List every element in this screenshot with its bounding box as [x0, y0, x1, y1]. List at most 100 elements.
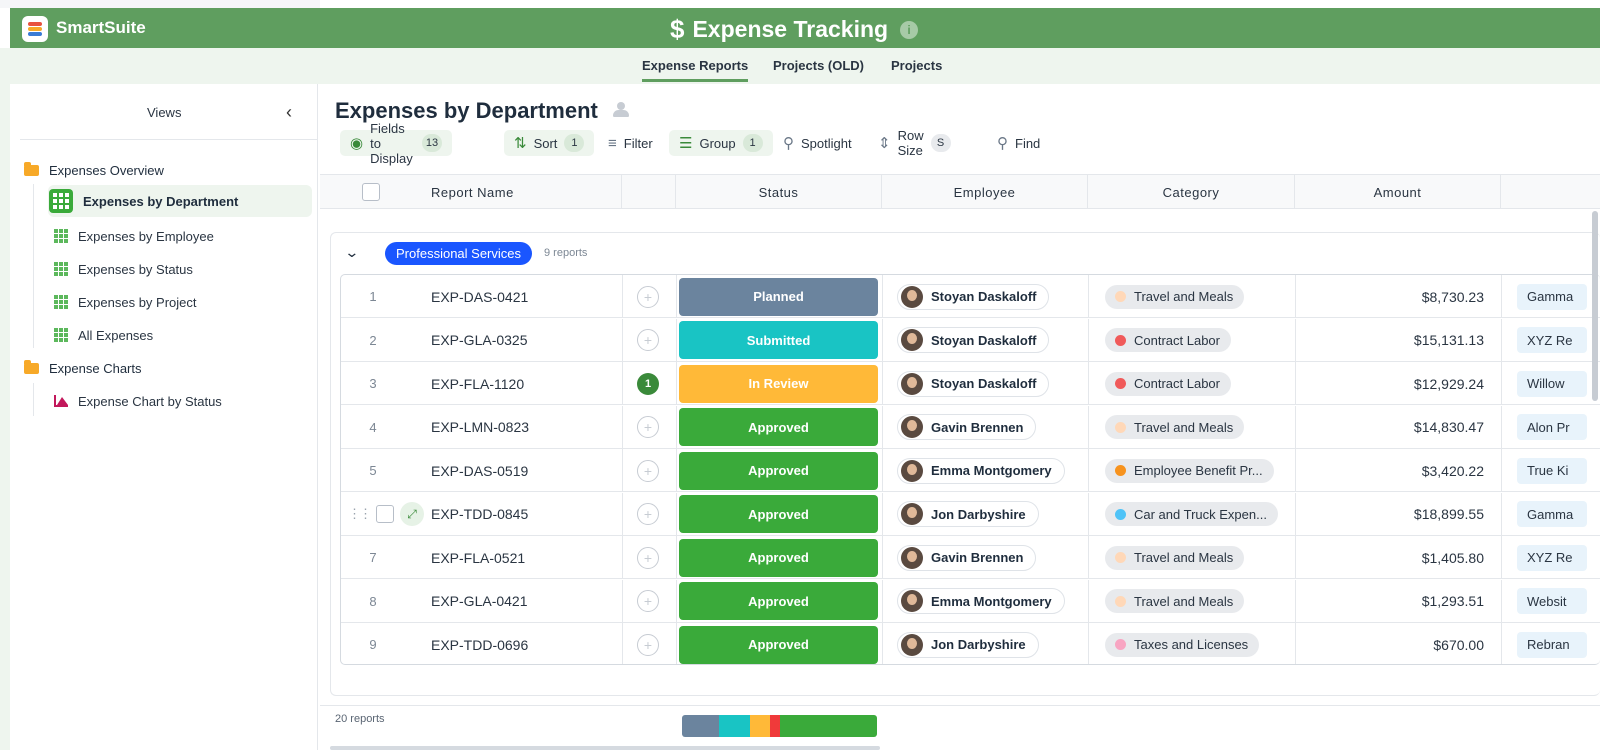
status-cell[interactable]: Approved: [679, 580, 878, 623]
column-report-name[interactable]: Report Name: [431, 175, 514, 209]
table-row[interactable]: 5 EXP-DAS-0519 + Approved Emma Montgomery Emp…: [341, 449, 1600, 492]
status-cell[interactable]: Approved: [679, 493, 878, 536]
add-comment-icon[interactable]: +: [637, 329, 659, 351]
row-size-button[interactable]: ⇕ Row Size S: [868, 128, 961, 158]
group-button[interactable]: ☰ Group 1: [669, 130, 773, 156]
report-name-cell[interactable]: EXP-FLA-0521: [431, 536, 525, 579]
horizontal-scrollbar[interactable]: [330, 746, 880, 750]
drag-handle-icon[interactable]: ⋮⋮: [348, 506, 372, 522]
add-comment-icon[interactable]: +: [637, 416, 659, 438]
tab-projects-old[interactable]: Projects (OLD): [773, 58, 864, 73]
employee-cell[interactable]: Stoyan Daskaloff: [897, 362, 1050, 405]
category-cell[interactable]: Travel and Meals: [1105, 580, 1245, 623]
table-row[interactable]: 4 EXP-LMN-0823 + Approved Gavin Brennen Trave…: [341, 405, 1600, 449]
project-cell[interactable]: Websit: [1517, 580, 1587, 623]
report-name-cell[interactable]: EXP-GLA-0325: [431, 319, 528, 362]
tab-projects[interactable]: Projects: [891, 58, 942, 73]
status-summary-segment[interactable]: [750, 715, 770, 737]
status-summary-segment[interactable]: [682, 715, 720, 737]
comments-cell[interactable]: +: [637, 449, 659, 492]
info-icon[interactable]: i: [900, 20, 919, 39]
add-comment-icon[interactable]: +: [637, 546, 659, 569]
category-cell[interactable]: Contract Labor: [1105, 319, 1231, 362]
status-cell[interactable]: In Review: [679, 362, 878, 405]
view-all-expenses[interactable]: All Expenses: [48, 319, 312, 351]
status-cell[interactable]: Approved: [679, 449, 878, 492]
people-icon[interactable]: [612, 102, 630, 117]
status-cell[interactable]: Approved: [679, 536, 878, 579]
project-cell[interactable]: Gamma: [1517, 493, 1587, 536]
comments-cell[interactable]: +: [637, 623, 659, 664]
status-summary-segment[interactable]: [769, 715, 780, 737]
employee-cell[interactable]: Gavin Brennen: [897, 536, 1037, 579]
comments-cell[interactable]: +: [637, 319, 659, 362]
project-cell[interactable]: XYZ Re: [1517, 536, 1587, 579]
view-expenses-by-employee[interactable]: Expenses by Employee: [48, 220, 312, 252]
report-name-cell[interactable]: EXP-FLA-1120: [431, 362, 524, 405]
amount-cell[interactable]: $1,293.51: [1294, 580, 1484, 623]
status-cell[interactable]: Planned: [679, 275, 878, 318]
report-name-cell[interactable]: EXP-DAS-0421: [431, 275, 528, 318]
amount-cell[interactable]: $670.00: [1294, 623, 1484, 664]
project-cell[interactable]: Willow: [1517, 362, 1587, 405]
table-row[interactable]: ⋮⋮ ⤢ EXP-TDD-0845 + Approved Jon Darbyshire Ca…: [341, 492, 1600, 536]
report-name-cell[interactable]: EXP-TDD-0696: [431, 623, 528, 664]
project-cell[interactable]: Alon Pr: [1517, 406, 1587, 449]
report-name-cell[interactable]: EXP-DAS-0519: [431, 449, 528, 492]
employee-cell[interactable]: Stoyan Daskaloff: [897, 275, 1050, 318]
amount-cell[interactable]: $15,131.13: [1294, 319, 1484, 362]
employee-cell[interactable]: Jon Darbyshire: [897, 493, 1039, 536]
project-cell[interactable]: XYZ Re: [1517, 319, 1587, 362]
status-summary-segment[interactable]: [719, 715, 751, 737]
employee-cell[interactable]: Emma Montgomery: [897, 449, 1065, 492]
employee-cell[interactable]: Emma Montgomery: [897, 580, 1065, 623]
add-comment-icon[interactable]: +: [637, 503, 659, 525]
amount-cell[interactable]: $12,929.24: [1294, 362, 1484, 405]
comments-cell[interactable]: 1: [637, 362, 659, 405]
chevron-down-icon[interactable]: ⌄: [344, 244, 359, 261]
column-category[interactable]: Category: [1088, 175, 1294, 209]
fields-to-display-button[interactable]: ◉ Fields to Display 13: [340, 121, 452, 166]
folder-expenses-overview[interactable]: Expenses Overview: [24, 162, 164, 178]
table-row[interactable]: 9 EXP-TDD-0696 + Approved Jon Darbyshire Taxe…: [341, 623, 1600, 664]
category-cell[interactable]: Employee Benefit Pr...: [1105, 449, 1274, 492]
comments-cell[interactable]: +: [637, 580, 659, 623]
view-expense-chart-by-status[interactable]: Expense Chart by Status: [48, 385, 312, 417]
amount-cell[interactable]: $3,420.22: [1294, 449, 1484, 492]
find-button[interactable]: ⚲ Find: [987, 130, 1050, 156]
smartsuite-logo-icon[interactable]: [22, 16, 48, 42]
table-row[interactable]: 1 EXP-DAS-0421 + Planned Stoyan Daskaloff Tra…: [341, 275, 1600, 318]
comments-cell[interactable]: +: [637, 493, 659, 536]
category-cell[interactable]: Travel and Meals: [1105, 536, 1245, 579]
category-cell[interactable]: Travel and Meals: [1105, 275, 1245, 318]
column-status[interactable]: Status: [676, 175, 881, 209]
category-cell[interactable]: Taxes and Licenses: [1105, 623, 1260, 664]
amount-cell[interactable]: $8,730.23: [1294, 275, 1484, 318]
report-name-cell[interactable]: EXP-LMN-0823: [431, 406, 529, 449]
report-name-cell[interactable]: EXP-GLA-0421: [431, 580, 528, 623]
status-cell[interactable]: Approved: [679, 406, 878, 449]
project-cell[interactable]: Rebran: [1517, 623, 1587, 664]
spotlight-button[interactable]: ⚲ Spotlight: [773, 130, 862, 156]
amount-cell[interactable]: $14,830.47: [1294, 406, 1484, 449]
comments-cell[interactable]: +: [637, 406, 659, 449]
add-comment-icon[interactable]: +: [637, 633, 659, 656]
collapse-sidebar-icon[interactable]: ‹: [286, 102, 292, 123]
table-row[interactable]: 3 EXP-FLA-1120 1 In Review Stoyan Daskaloff C…: [341, 362, 1600, 405]
view-expenses-by-project[interactable]: Expenses by Project: [48, 286, 312, 318]
category-cell[interactable]: Car and Truck Expen...: [1105, 493, 1278, 536]
status-summary-segment[interactable]: [779, 715, 877, 737]
expand-record-icon[interactable]: ⤢: [400, 502, 424, 526]
view-expenses-by-department[interactable]: Expenses by Department: [48, 185, 312, 217]
employee-cell[interactable]: Jon Darbyshire: [897, 623, 1039, 664]
table-row[interactable]: 8 EXP-GLA-0421 + Approved Emma Montgomery Tra…: [341, 579, 1600, 623]
comments-cell[interactable]: +: [637, 275, 659, 318]
table-row[interactable]: 2 EXP-GLA-0325 + Submitted Stoyan Daskaloff C…: [341, 318, 1600, 362]
add-comment-icon[interactable]: +: [637, 590, 659, 612]
status-cell[interactable]: Submitted: [679, 319, 878, 362]
employee-cell[interactable]: Stoyan Daskaloff: [897, 319, 1050, 362]
project-cell[interactable]: Gamma: [1517, 275, 1587, 318]
project-cell[interactable]: True Ki: [1517, 449, 1587, 492]
employee-cell[interactable]: Gavin Brennen: [897, 406, 1037, 449]
report-name-cell[interactable]: EXP-TDD-0845: [431, 493, 528, 536]
